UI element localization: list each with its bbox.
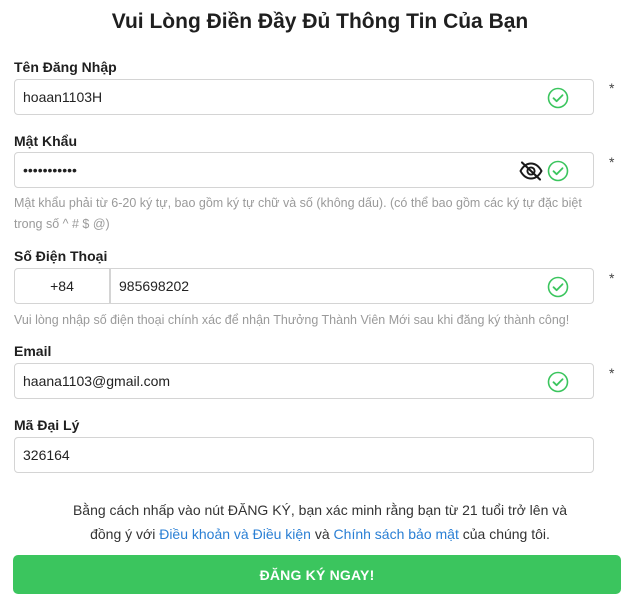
- email-field-container: [14, 363, 594, 399]
- email-label: Email: [14, 343, 52, 359]
- page-title: Vui Lòng Điền Đầy Đủ Thông Tin Của Bạn: [111, 10, 529, 33]
- username-input[interactable]: [23, 80, 531, 114]
- agent-code-field-container: [14, 437, 594, 473]
- check-circle-icon: [547, 160, 569, 182]
- phone-input[interactable]: [119, 269, 531, 303]
- terms-suffix: của chúng tôi.: [462, 526, 550, 542]
- required-mark: *: [609, 365, 615, 381]
- password-label: Mật Khẩu: [14, 133, 77, 149]
- required-mark: *: [609, 80, 615, 96]
- check-circle-icon: [547, 276, 569, 298]
- country-code-select[interactable]: +84: [14, 268, 110, 304]
- check-circle-icon: [547, 87, 569, 109]
- password-hint: Mật khẩu phải từ 6-20 ký tự, bao gồm ký …: [14, 196, 582, 231]
- check-circle-icon: [547, 371, 569, 393]
- agent-code-input[interactable]: [23, 438, 531, 472]
- required-mark: *: [609, 154, 615, 170]
- terms-and-conditions-link[interactable]: Điều khoản và Điều kiện: [159, 526, 311, 542]
- phone-label: Số Điện Thoại: [14, 248, 108, 264]
- required-mark: *: [609, 270, 615, 286]
- eye-slash-icon[interactable]: [519, 161, 543, 181]
- terms-line-1: Bằng cách nhấp vào nút ĐĂNG KÝ, bạn xác …: [72, 502, 568, 518]
- email-input[interactable]: [23, 364, 531, 398]
- phone-field-container: [110, 268, 594, 304]
- agent-code-label: Mã Đại Lý: [14, 417, 80, 433]
- privacy-policy-link[interactable]: Chính sách bảo mật: [334, 526, 459, 542]
- username-label: Tên Đăng Nhập: [14, 59, 117, 75]
- register-now-button[interactable]: ĐĂNG KÝ NGAY!: [13, 555, 621, 594]
- terms-and: và: [314, 526, 330, 542]
- password-field-container: [14, 152, 594, 188]
- password-input[interactable]: [23, 153, 531, 187]
- username-field-container: [14, 79, 594, 115]
- terms-prefix: đồng ý với: [90, 526, 156, 542]
- terms-text: Bằng cách nhấp vào nút ĐĂNG KÝ, bạn xác …: [60, 498, 580, 546]
- phone-hint: Vui lòng nhập số điện thoại chính xác để…: [14, 313, 570, 327]
